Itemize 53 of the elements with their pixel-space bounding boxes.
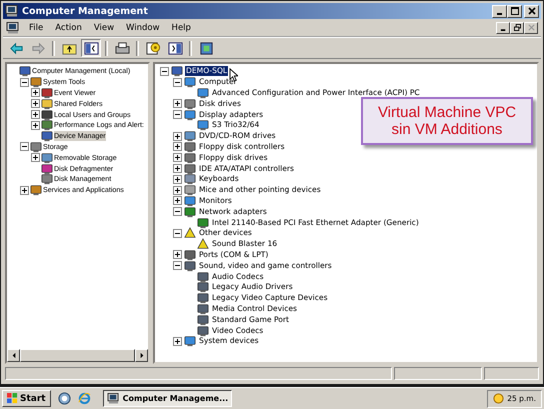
horizontal-scrollbar[interactable]	[7, 349, 148, 362]
expander-box[interactable]	[31, 120, 40, 130]
expander-box[interactable]	[173, 186, 182, 195]
maximize-icon	[510, 7, 518, 15]
expander-box[interactable]	[173, 207, 182, 216]
expander-box[interactable]	[31, 153, 40, 162]
expander-box[interactable]	[173, 164, 182, 174]
windows-flag-icon	[7, 393, 18, 404]
expander-box[interactable]	[160, 66, 169, 76]
menu-item[interactable]: Action	[49, 22, 88, 32]
window-title: Computer Management	[22, 6, 149, 16]
show-tree-button[interactable]	[81, 39, 101, 57]
menu-item[interactable]: Help	[166, 22, 197, 32]
computer-icon	[6, 22, 20, 34]
callout-text: sin VM Additions	[392, 121, 502, 138]
expander-box[interactable]	[173, 196, 182, 206]
computer-icon	[5, 5, 19, 17]
menu-item[interactable]: View	[88, 22, 120, 32]
expander-box[interactable]	[31, 88, 40, 98]
expander-box[interactable]	[173, 336, 182, 346]
restore-button[interactable]	[510, 22, 524, 34]
expander-box[interactable]	[173, 174, 182, 184]
computer-icon	[106, 393, 120, 404]
status-panel	[484, 367, 539, 380]
expander-box[interactable]	[173, 261, 182, 270]
expander-box[interactable]	[20, 142, 29, 152]
expander-box[interactable]	[173, 142, 182, 152]
expander-box[interactable]	[173, 153, 182, 162]
expander-box[interactable]	[31, 99, 40, 108]
start-button[interactable]: Start	[2, 390, 51, 407]
expander-box[interactable]	[20, 186, 29, 195]
expander-box[interactable]	[173, 78, 182, 87]
close-button[interactable]	[524, 4, 539, 18]
expander-box[interactable]	[173, 228, 182, 238]
expander-box[interactable]	[31, 110, 40, 120]
minimize-button[interactable]	[496, 22, 510, 34]
expander-box[interactable]	[20, 78, 29, 87]
minimize-button[interactable]	[492, 4, 507, 18]
expander-box[interactable]	[173, 250, 182, 260]
callout-text: Virtual Machine VPC	[378, 104, 516, 121]
expander-box[interactable]	[173, 132, 182, 141]
restore-icon	[514, 24, 520, 31]
taskbar-window-button[interactable]: Computer Manageme...	[102, 390, 232, 407]
menu-item[interactable]: Window	[120, 22, 166, 32]
menu-item[interactable]: File	[23, 22, 50, 32]
browser-icon[interactable]	[78, 392, 91, 405]
tray-icon[interactable]	[493, 393, 504, 404]
expander-box[interactable]	[173, 110, 182, 120]
close-icon	[528, 24, 534, 31]
scroll-thumb[interactable]	[20, 349, 135, 362]
expander-box[interactable]	[173, 99, 182, 108]
close-icon	[528, 7, 536, 15]
maximize-button[interactable]	[507, 4, 522, 18]
